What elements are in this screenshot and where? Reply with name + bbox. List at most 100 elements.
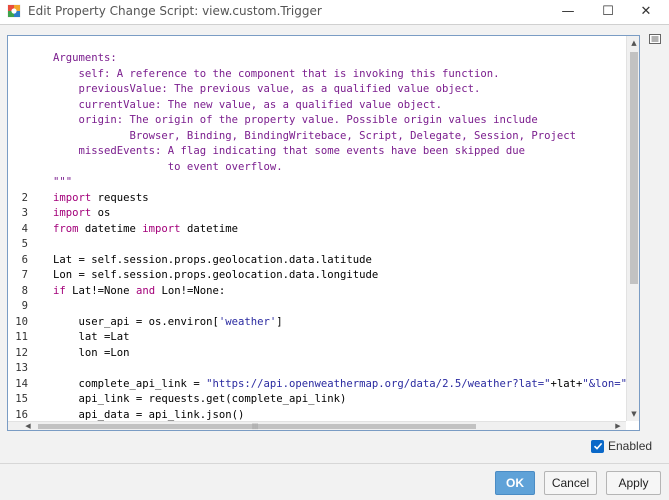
scroll-left-arrow-icon[interactable]: ◀ xyxy=(22,421,34,430)
code-text: api_data = api_link.json() xyxy=(53,408,245,422)
code-token: Lat!=None xyxy=(65,284,136,297)
code-token: complete_api_link = xyxy=(53,377,207,390)
enabled-checkbox[interactable] xyxy=(591,439,604,453)
code-token: ] xyxy=(276,315,283,328)
code-token: datetime xyxy=(180,222,238,235)
line-number: 14 xyxy=(15,377,28,390)
close-button[interactable]: ✕ xyxy=(626,0,666,22)
code-text: origin: The origin of the property value… xyxy=(53,113,538,128)
script-editor-dialog: Arguments: self: A reference to the comp… xyxy=(0,24,669,500)
enabled-label: Enabled xyxy=(608,439,653,453)
code-token: missedEvents: A flag indicating that som… xyxy=(53,145,525,157)
cancel-button[interactable]: Cancel xyxy=(544,471,597,495)
code-line[interactable]: Browser, Binding, BindingWritebace, Scri… xyxy=(8,129,626,144)
code-line[interactable]: 16 api_data = api_link.json() xyxy=(8,408,626,422)
line-number: 11 xyxy=(15,331,28,343)
code-token: to event overflow. xyxy=(53,160,283,173)
code-text: user_api = os.environ['weather'] xyxy=(53,315,283,330)
code-line[interactable]: 10 user_api = os.environ['weather'] xyxy=(8,315,626,330)
code-line[interactable]: 6 Lat = self.session.props.geolocation.da… xyxy=(8,253,626,268)
scroll-right-arrow-icon[interactable]: ▶ xyxy=(612,421,624,430)
code-text: lat =Lat xyxy=(53,330,130,345)
code-token: api_link = requests.get(complete_api_lin… xyxy=(53,393,347,405)
code-text: import requests xyxy=(53,191,149,206)
code-token: self: A reference to the component that … xyxy=(53,67,500,80)
code-line[interactable]: 8 if Lat!=None and Lon!=None: xyxy=(8,284,626,299)
close-icon: ✕ xyxy=(640,3,652,19)
code-line[interactable]: 15 api_link = requests.get(complete_api_… xyxy=(8,392,626,407)
code-token: import xyxy=(142,222,181,235)
code-text: import os xyxy=(53,206,110,221)
code-line[interactable]: 7 Lon = self.session.props.geolocation.da… xyxy=(8,268,626,283)
code-text: missedEvents: A flag indicating that som… xyxy=(53,144,525,159)
code-line[interactable]: Arguments: xyxy=(8,51,626,66)
code-text: Arguments: xyxy=(53,51,117,66)
code-text: previousValue: The previous value, as a … xyxy=(53,82,481,97)
code-text: if Lat!=None and Lon!=None: xyxy=(53,284,225,299)
line-number: 7 xyxy=(21,269,28,281)
code-token: os xyxy=(91,207,111,219)
code-token: Lon = self.session.props.geolocation.dat… xyxy=(53,269,379,281)
code-token: import xyxy=(53,207,92,219)
checkmark-icon xyxy=(593,442,602,450)
apply-button[interactable]: Apply xyxy=(606,471,661,495)
vertical-scrollbar[interactable]: ▲ ▼ xyxy=(626,36,639,421)
code-line[interactable]: 12 lon =Lon xyxy=(8,346,626,361)
code-line[interactable]: 2 import requests xyxy=(8,191,626,206)
code-token: "&lon=" xyxy=(582,377,626,390)
horizontal-scrollbar[interactable]: ◀ ||| ▶ xyxy=(8,421,626,430)
window-title: Edit Property Change Script: view.custom… xyxy=(28,4,322,18)
code-line[interactable]: 3 import os xyxy=(8,206,626,221)
line-number: 2 xyxy=(21,191,28,204)
code-text: Lat = self.session.props.geolocation.dat… xyxy=(53,253,372,268)
enabled-toggle[interactable]: Enabled xyxy=(591,439,652,453)
code-area[interactable]: Arguments: self: A reference to the comp… xyxy=(8,36,626,421)
footer-divider xyxy=(0,463,669,464)
code-line[interactable]: """ xyxy=(8,175,626,190)
line-number: 16 xyxy=(15,408,28,421)
line-number: 3 xyxy=(21,207,28,219)
code-text: from datetime import datetime xyxy=(53,222,238,237)
code-token: user_api = os.environ[ xyxy=(53,315,219,328)
scroll-grip-icon: ||| xyxy=(252,423,259,430)
code-text: complete_api_link = "https://api.openwea… xyxy=(53,377,627,392)
vertical-scroll-thumb[interactable] xyxy=(630,52,638,284)
code-text: Lon = self.session.props.geolocation.dat… xyxy=(53,268,378,283)
maximize-button[interactable]: ☐ xyxy=(588,0,628,22)
code-text: """ xyxy=(53,175,72,190)
minimize-button[interactable]: — xyxy=(548,0,588,22)
scroll-up-arrow-icon[interactable]: ▲ xyxy=(629,37,639,49)
code-token: 'weather' xyxy=(218,315,277,328)
code-line[interactable]: currentValue: The new value, as a qualif… xyxy=(8,98,626,113)
ok-button[interactable]: OK xyxy=(495,471,535,495)
line-number: 6 xyxy=(21,253,28,266)
title-bar: Edit Property Change Script: view.custom… xyxy=(0,0,669,24)
code-text: self: A reference to the component that … xyxy=(53,67,500,82)
code-token: lat =Lat xyxy=(53,331,130,343)
code-line[interactable]: 9 xyxy=(8,299,626,314)
code-line[interactable]: missedEvents: A flag indicating that som… xyxy=(8,144,626,159)
line-number: 12 xyxy=(15,346,28,359)
code-token: currentValue: The new value, as a qualif… xyxy=(53,98,443,111)
code-token: Arguments: xyxy=(53,52,117,64)
code-token: api_data = api_link.json() xyxy=(53,408,245,421)
code-line[interactable]: to event overflow. xyxy=(8,160,626,175)
code-line[interactable]: 4 from datetime import datetime xyxy=(8,222,626,237)
code-line[interactable]: 13 xyxy=(8,361,626,376)
code-token: and xyxy=(135,284,156,297)
code-line[interactable]: origin: The origin of the property value… xyxy=(8,113,626,128)
code-line[interactable]: 14 complete_api_link = "https://api.open… xyxy=(8,377,626,392)
minimize-icon: — xyxy=(561,3,575,19)
code-text: api_link = requests.get(complete_api_lin… xyxy=(53,392,347,407)
code-token: """ xyxy=(53,176,73,188)
code-line[interactable]: 5 xyxy=(8,237,626,252)
code-token: datetime xyxy=(78,222,143,235)
editor-menu-icon[interactable] xyxy=(649,34,661,44)
code-line[interactable]: 11 lat =Lat xyxy=(8,330,626,345)
script-editor[interactable]: Arguments: self: A reference to the comp… xyxy=(7,35,640,431)
code-line[interactable]: self: A reference to the component that … xyxy=(8,67,626,82)
scroll-down-arrow-icon[interactable]: ▼ xyxy=(629,408,639,420)
code-token: "https://api.openweathermap.org/data/2.5… xyxy=(206,377,551,390)
code-line[interactable]: previousValue: The previous value, as a … xyxy=(8,82,626,97)
code-text: Browser, Binding, BindingWritebace, Scri… xyxy=(53,129,576,144)
